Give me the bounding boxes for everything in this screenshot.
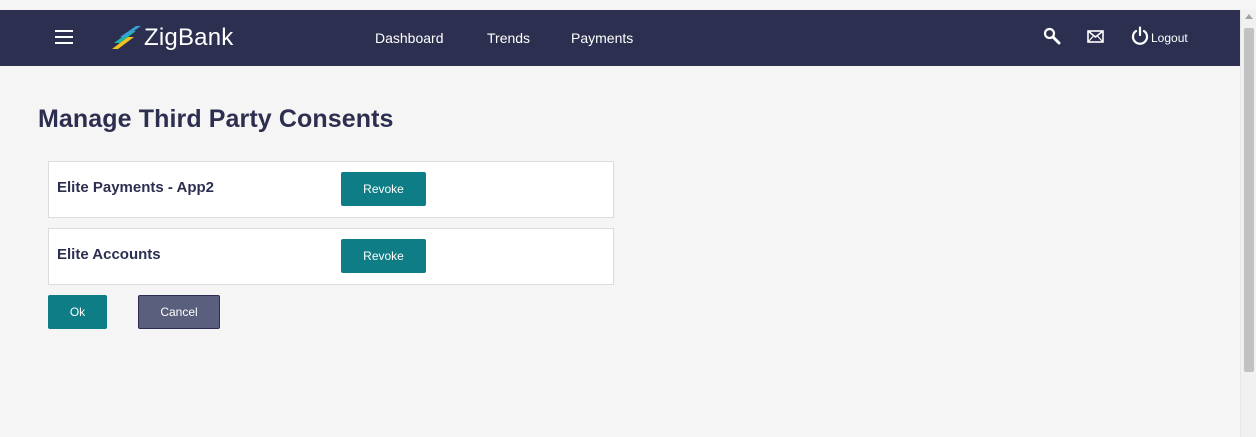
hamburger-menu-icon[interactable] <box>55 30 73 44</box>
nav-dashboard[interactable]: Dashboard <box>375 30 444 46</box>
nav-payments[interactable]: Payments <box>571 30 633 46</box>
nav-trends[interactable]: Trends <box>487 30 530 46</box>
search-icon[interactable] <box>1043 27 1061 50</box>
mail-icon[interactable] <box>1087 30 1104 48</box>
consent-card: Elite Payments - App2 Revoke <box>48 161 614 218</box>
revoke-button[interactable]: Revoke <box>341 239 426 273</box>
logout-button[interactable]: Logout <box>1131 26 1188 46</box>
vertical-scrollbar[interactable] <box>1240 10 1256 437</box>
cancel-button[interactable]: Cancel <box>138 295 220 329</box>
page-title: Manage Third Party Consents <box>38 105 394 133</box>
zigbank-logo-icon <box>112 26 141 49</box>
ok-button[interactable]: Ok <box>48 295 107 329</box>
scroll-up-arrow-icon[interactable] <box>1245 14 1253 19</box>
scrollbar-thumb[interactable] <box>1244 28 1254 372</box>
top-navbar: ZigBank Dashboard Trends Payments Logout <box>0 10 1240 66</box>
brand-name: ZigBank <box>144 24 234 51</box>
consent-card: Elite Accounts Revoke <box>48 228 614 285</box>
brand-logo[interactable]: ZigBank <box>110 23 233 53</box>
page: ZigBank Dashboard Trends Payments Logout… <box>0 0 1256 437</box>
revoke-button[interactable]: Revoke <box>341 172 426 206</box>
consent-name: Elite Payments - App2 <box>57 179 214 196</box>
consent-name: Elite Accounts <box>57 246 161 263</box>
power-icon <box>1131 26 1149 45</box>
logout-label: Logout <box>1151 31 1188 45</box>
